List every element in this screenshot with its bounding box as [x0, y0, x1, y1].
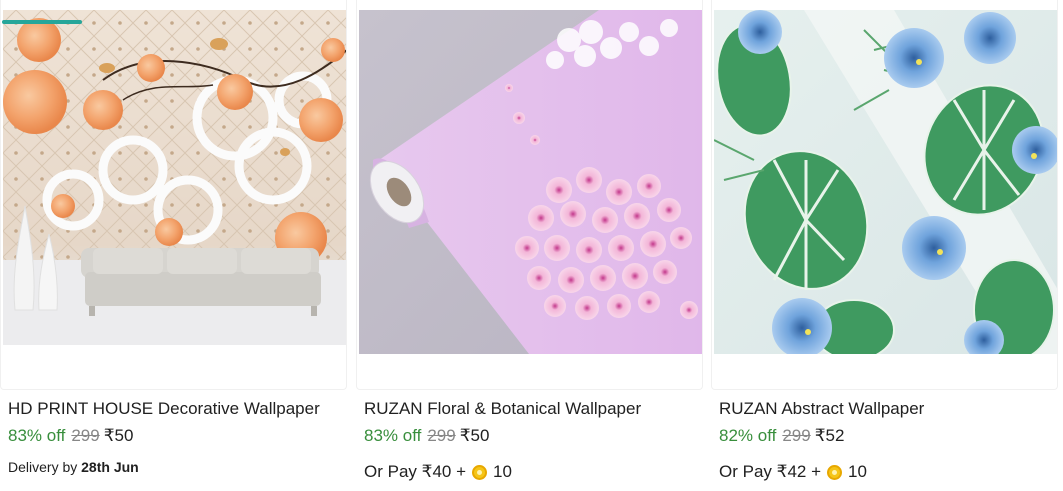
product-image-frame[interactable] — [0, 0, 347, 390]
product-card[interactable]: RUZAN Floral & Botanical Wallpaper 83% o… — [356, 0, 706, 491]
wallpaper-pink-floral-roll-image[interactable] — [359, 10, 703, 354]
or-pay-label: Or Pay ₹42 + — [719, 462, 821, 481]
or-pay-with-coins: Or Pay ₹40 + 10 — [364, 462, 512, 482]
product-image-frame[interactable] — [711, 0, 1058, 390]
product-title[interactable]: RUZAN Floral & Botanical Wallpaper — [364, 399, 641, 419]
mrp-price: 299 — [427, 426, 456, 445]
or-pay-label: Or Pay ₹40 + — [364, 462, 466, 481]
product-card[interactable]: HD PRINT HOUSE Decorative Wallpaper 83% … — [0, 0, 350, 491]
delivery-info: Delivery by 28th Jun — [8, 459, 139, 475]
mrp-price: 299 — [782, 426, 811, 445]
discount-label: 83% off — [364, 426, 422, 445]
mrp-price: 299 — [71, 426, 100, 445]
price-row: 83% off 299 ₹50 — [8, 426, 133, 446]
price-row: 82% off 299 ₹52 — [719, 426, 844, 446]
discount-label: 83% off — [8, 426, 66, 445]
selling-price: ₹50 — [103, 426, 134, 445]
delivery-prefix: Delivery by — [8, 459, 78, 475]
price-row: 83% off 299 ₹50 — [364, 426, 489, 446]
coins-amount: 10 — [493, 462, 512, 481]
wallpaper-tropical-leaves-image[interactable] — [714, 10, 1058, 354]
product-title[interactable]: HD PRINT HOUSE Decorative Wallpaper — [8, 399, 320, 419]
product-card[interactable]: RUZAN Abstract Wallpaper 82% off 299 ₹52 O… — [711, 0, 1061, 491]
product-grid: HD PRINT HOUSE Decorative Wallpaper 83% … — [0, 0, 1063, 491]
image-carousel-progress — [2, 20, 82, 24]
wallpaper-roses-sofa-image[interactable] — [3, 10, 347, 345]
delivery-date: 28th Jun — [81, 459, 139, 475]
discount-label: 82% off — [719, 426, 777, 445]
coin-icon — [827, 464, 842, 480]
selling-price: ₹50 — [459, 426, 490, 445]
product-title[interactable]: RUZAN Abstract Wallpaper — [719, 399, 924, 419]
coins-amount: 10 — [848, 462, 867, 481]
product-image-frame[interactable] — [356, 0, 703, 390]
or-pay-with-coins: Or Pay ₹42 + 10 — [719, 462, 867, 482]
coin-icon — [472, 464, 487, 480]
selling-price: ₹52 — [814, 426, 845, 445]
